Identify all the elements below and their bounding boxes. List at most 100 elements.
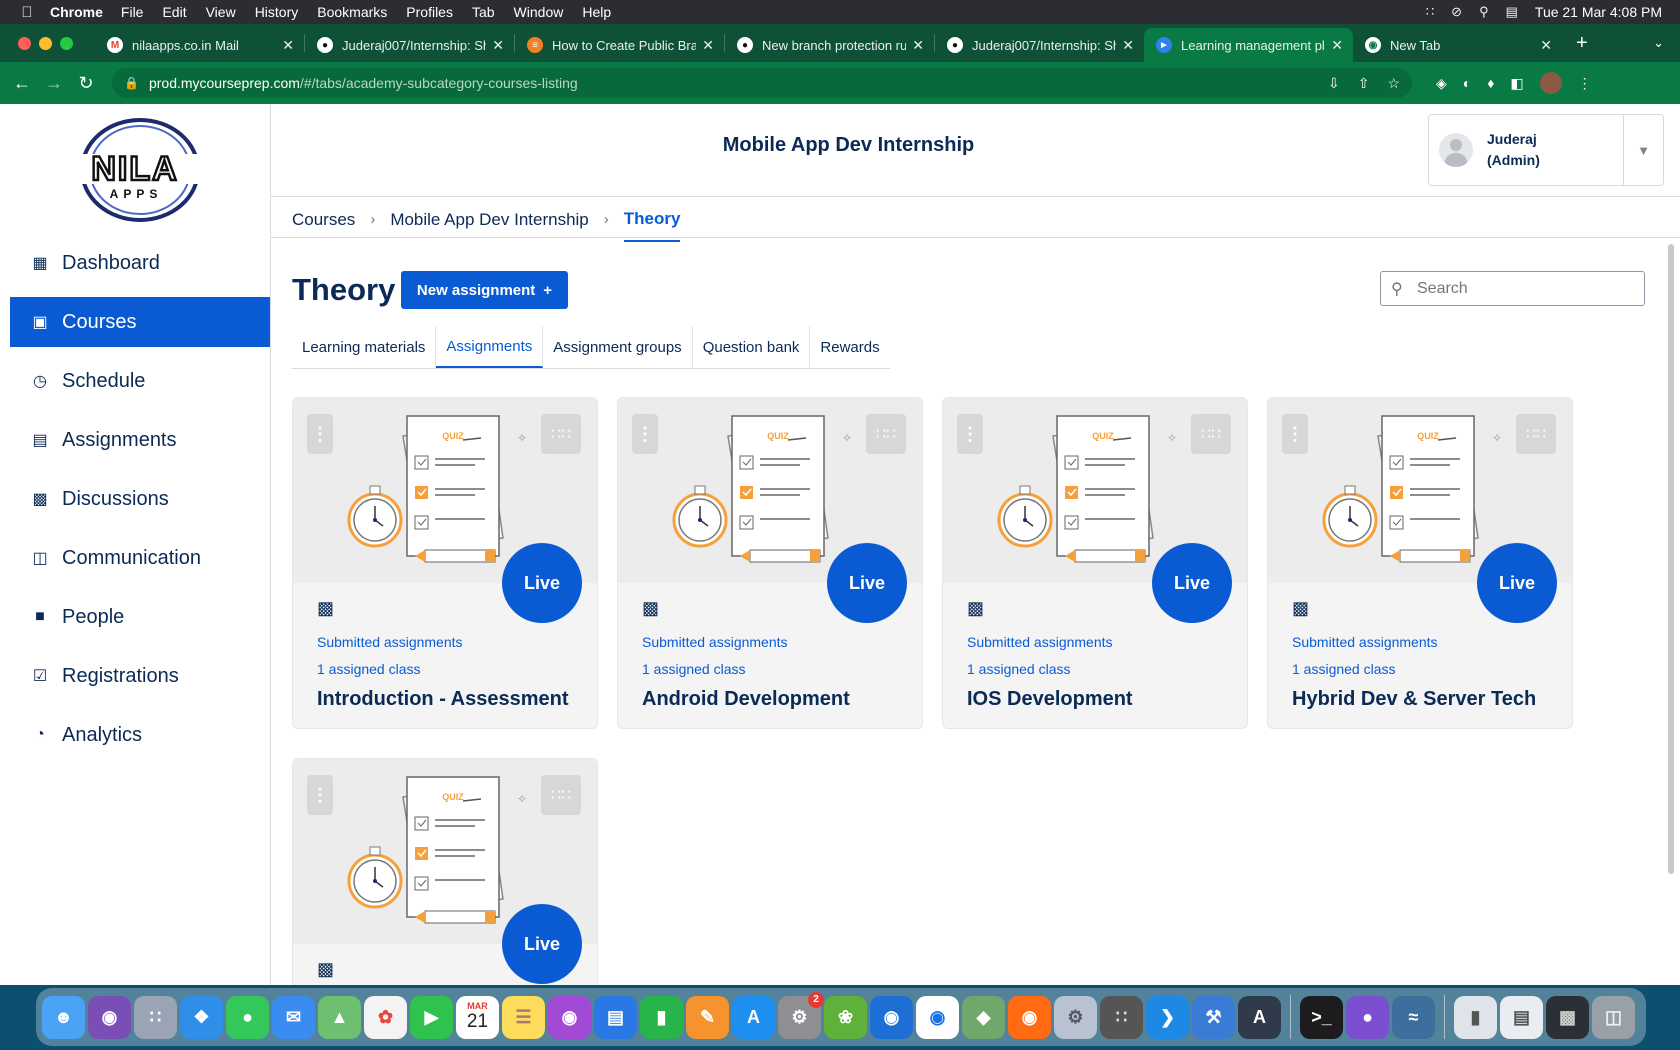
vscode-icon[interactable]: ❯ <box>1146 995 1189 1039</box>
photos-icon[interactable]: ✿ <box>364 995 407 1039</box>
mysql-workbench-icon[interactable]: ≈ <box>1392 995 1435 1039</box>
assignment-card[interactable]: QUIZ ✧ ✧ ⋮ ∷∷ Live ▩ S <box>1267 397 1573 729</box>
bookmark-star-icon[interactable]: ☆ <box>1387 75 1400 92</box>
calculator-icon[interactable]: ∷ <box>1100 995 1143 1039</box>
submitted-assignments-link[interactable]: Submitted assignments <box>967 634 1113 650</box>
sidebar-item-analytics[interactable]: ◔ Analytics <box>10 710 270 760</box>
tab-close-icon[interactable]: ✕ <box>282 37 294 54</box>
submitted-assignments-link[interactable]: Submitted assignments <box>642 634 788 650</box>
browser-tab[interactable]: ≡ How to Create Public Bra ✕ <box>515 28 724 62</box>
assigned-class-link[interactable]: 1 assigned class <box>1292 661 1396 677</box>
new-assignment-button[interactable]: New assignment + <box>401 271 568 309</box>
location-app-icon[interactable]: ◉ <box>870 995 913 1039</box>
tab-close-icon[interactable]: ✕ <box>1331 37 1343 54</box>
messages-icon[interactable]: ● <box>226 995 269 1039</box>
kebab-menu-icon[interactable]: ⋮ <box>632 414 658 454</box>
sidebar-item-discussions[interactable]: ▩ Discussions <box>10 474 270 524</box>
assignment-card[interactable]: QUIZ ✧ ✧ ⋮ ∷∷ Live ▩ S <box>942 397 1248 729</box>
share-icon[interactable]: ⇧ <box>1358 75 1370 92</box>
submitted-assignments-link[interactable]: Submitted assignments <box>317 634 463 650</box>
bluetooth-icon[interactable]: ∷ <box>1426 4 1434 20</box>
grid-handle-icon[interactable]: ∷∷ <box>1516 414 1556 454</box>
tab-assignments[interactable]: Assignments <box>436 326 544 368</box>
tab-close-icon[interactable]: ✕ <box>1122 37 1134 54</box>
nila-apps-logo[interactable]: NILA APPS <box>60 118 210 228</box>
profile-avatar[interactable] <box>1539 72 1562 94</box>
app-store-icon[interactable]: A <box>732 995 775 1039</box>
assignment-card[interactable]: QUIZ ✧ ✧ ⋮ ∷∷ Live ▩ S <box>292 397 598 729</box>
keynote-icon[interactable]: ▤ <box>594 995 637 1039</box>
chevron-down-icon[interactable]: ▼ <box>1623 114 1663 186</box>
page-scrollbar[interactable] <box>1668 244 1674 874</box>
close-window-button[interactable] <box>18 36 31 50</box>
sidebar-item-dashboard[interactable]: ▦ Dashboard <box>10 238 270 288</box>
tab-close-icon[interactable]: ✕ <box>492 37 504 54</box>
apple-icon[interactable]:  <box>18 4 36 21</box>
wifi-off-icon[interactable]: ⊘ <box>1451 4 1462 20</box>
assigned-class-link[interactable]: 1 assigned class <box>317 661 421 677</box>
documents-stack-icon[interactable]: ▤ <box>1500 995 1543 1039</box>
spring-tool-icon[interactable]: ❀ <box>824 995 867 1039</box>
sidebar-item-registrations[interactable]: ☑ Registrations <box>10 651 270 701</box>
kebab-menu-icon[interactable]: ⋮ <box>1282 414 1308 454</box>
grid-handle-icon[interactable]: ∷∷ <box>1191 414 1231 454</box>
assignment-card[interactable]: QUIZ ✧ ✧ ⋮ ∷∷ Live ▩ <box>292 758 598 985</box>
menu-tab[interactable]: Tab <box>472 4 495 20</box>
new-tab-icon[interactable]: + <box>1576 32 1588 55</box>
puzzle-extensions-icon[interactable]: ♦ <box>1487 75 1494 91</box>
side-panel-icon[interactable]: ◧ <box>1510 75 1523 92</box>
podcasts-icon[interactable]: ◉ <box>548 995 591 1039</box>
utility-gear-icon[interactable]: ⚙ <box>1054 995 1097 1039</box>
menu-help[interactable]: Help <box>582 4 611 20</box>
tab-learning-materials[interactable]: Learning materials <box>292 326 437 368</box>
maps-icon[interactable]: ▲ <box>318 995 361 1039</box>
facetime-icon[interactable]: ▶ <box>410 995 453 1039</box>
android-studio-icon[interactable]: A <box>1238 995 1281 1039</box>
sidebar-item-courses[interactable]: ▣ Courses <box>10 297 270 347</box>
user-menu[interactable]: Juderaj (Admin) ▼ <box>1428 114 1664 186</box>
trash-icon[interactable]: ◫ <box>1592 995 1635 1039</box>
menu-history[interactable]: History <box>255 4 299 20</box>
tab-close-icon[interactable]: ✕ <box>1540 37 1552 54</box>
github-desktop-icon[interactable]: ● <box>1346 995 1389 1039</box>
tab-close-icon[interactable]: ✕ <box>912 37 924 54</box>
breadcrumb-course[interactable]: Mobile App Dev Internship <box>390 210 588 230</box>
sidebar-item-assignments[interactable]: ▤ Assignments <box>10 415 270 465</box>
finder-icon[interactable]: ☻ <box>42 995 85 1039</box>
menu-file[interactable]: File <box>121 4 144 20</box>
search-field[interactable]: ⚲ <box>1380 271 1645 306</box>
menu-view[interactable]: View <box>206 4 236 20</box>
assigned-class-link[interactable]: 1 assigned class <box>967 661 1071 677</box>
kebab-menu-icon[interactable]: ⋮ <box>307 414 333 454</box>
grid-handle-icon[interactable]: ∷∷ <box>541 775 581 815</box>
card-title[interactable]: Introduction - Assessment <box>317 688 569 711</box>
search-input[interactable] <box>1417 279 1637 298</box>
mail-icon[interactable]: ✉ <box>272 995 315 1039</box>
browser-tab[interactable]: ● New branch protection ru ✕ <box>725 28 934 62</box>
numbers-icon[interactable]: ▮ <box>640 995 683 1039</box>
xcode-icon[interactable]: ⚒ <box>1192 995 1235 1039</box>
card-title[interactable]: Android Development <box>642 688 850 711</box>
tab-assignment-groups[interactable]: Assignment groups <box>543 326 693 368</box>
more-menu-icon[interactable]: ⋮ <box>1578 75 1592 92</box>
podcast-capture-icon[interactable]: ◉ <box>88 995 131 1039</box>
calendar-icon[interactable]: MAR 21 <box>456 995 499 1039</box>
safari-icon[interactable]: ❖ <box>180 995 223 1039</box>
tab-close-icon[interactable]: ✕ <box>702 37 714 54</box>
recent-window-icon[interactable]: ▩ <box>1546 995 1589 1039</box>
menubar-clock[interactable]: Tue 21 Mar 4:08 PM <box>1535 4 1662 20</box>
menu-edit[interactable]: Edit <box>162 4 186 20</box>
menu-window[interactable]: Window <box>514 4 564 20</box>
firefox-icon[interactable]: ◉ <box>1008 995 1051 1039</box>
card-title[interactable]: IOS Development <box>967 688 1133 711</box>
browser-tab[interactable]: ◉ New Tab ✕ <box>1353 28 1562 62</box>
chrome-icon[interactable]: ◉ <box>916 995 959 1039</box>
cube-app-icon[interactable]: ◆ <box>962 995 1005 1039</box>
notes-icon[interactable]: ☰ <box>502 995 545 1039</box>
downloads-folder-icon[interactable]: ▮ <box>1454 995 1497 1039</box>
kebab-menu-icon[interactable]: ⋮ <box>957 414 983 454</box>
submitted-assignments-link[interactable]: Submitted assignments <box>1292 634 1438 650</box>
address-bar[interactable]: 🔒 prod.mycourseprep.com/#/tabs/academy-s… <box>112 68 1412 98</box>
grid-handle-icon[interactable]: ∷∷ <box>866 414 906 454</box>
tab-rewards[interactable]: Rewards <box>810 326 889 368</box>
